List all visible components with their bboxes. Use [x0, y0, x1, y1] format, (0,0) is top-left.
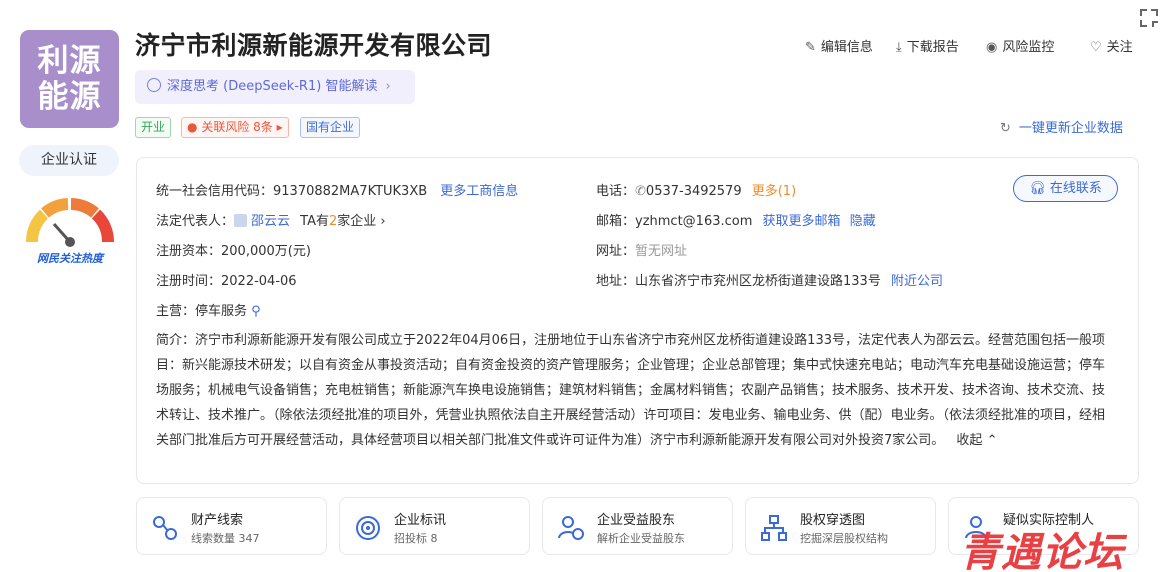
pencil-icon: ✎: [805, 40, 816, 55]
feature-card-equity[interactable]: 股权穿透图 挖掘深层股权结构: [745, 497, 936, 555]
email-label: 邮箱：: [596, 214, 636, 229]
headset-icon: 🎧︎: [1029, 181, 1046, 196]
legal-rep-ta: TA有: [300, 214, 329, 229]
ai-interpret-button[interactable]: 深度思考 (DeepSeek-R1) 智能解读 ›: [135, 70, 415, 104]
risk-badge[interactable]: ● 关联风险 8条 ▸: [181, 117, 289, 138]
ai-atom-icon: [147, 78, 161, 92]
monitor-label: 风险监控: [1002, 40, 1055, 55]
feature-sub: 招投标 8: [394, 532, 438, 545]
logo-text-line1: 利源: [37, 43, 102, 79]
chevron-right-icon: ›: [376, 214, 386, 229]
legal-rep-link[interactable]: 邵云云: [251, 214, 290, 229]
reg-time-row: 注册时间：2022-04-06: [156, 270, 297, 289]
feature-title: 股权穿透图: [800, 513, 866, 528]
intro-text: 简介：济宁市利源新能源开发有限公司成立于2022年04月06日，注册地位于山东省…: [156, 333, 1106, 448]
phone-row: 电话：✆0537-3492579 更多(1): [596, 180, 796, 199]
forum-watermark: 青遇论坛: [960, 530, 1124, 572]
person-icon: [234, 214, 248, 227]
bid-target-icon: [354, 514, 382, 542]
beneficiary-icon: [557, 514, 585, 542]
eye-icon: ◉: [986, 40, 998, 55]
feature-sub: 挖掘深层股权结构: [800, 532, 888, 545]
refresh-icon: ↻: [1000, 121, 1011, 136]
feature-title: 财产线索: [191, 513, 244, 528]
chevron-up-icon: ⌃: [986, 433, 998, 448]
credit-code-value: 91370882MA7KTUK3XB: [273, 184, 428, 199]
collapse-label: 收起: [956, 433, 983, 448]
company-intro: 简介：济宁市利源新能源开发有限公司成立于2022年04月06日，注册地位于山东省…: [156, 328, 1116, 453]
search-icon[interactable]: ⚲: [251, 304, 261, 319]
download-report-button[interactable]: ⤓ 下载报告: [896, 36, 959, 55]
triangle-right-icon: ▸: [276, 120, 283, 134]
collapse-link[interactable]: 收起 ⌃: [956, 433, 997, 448]
feature-title: 企业标讯: [394, 513, 447, 528]
website-label: 网址：: [596, 244, 636, 259]
feature-card-beneficiary[interactable]: 企业受益股东 解析企业受益股东: [542, 497, 733, 555]
download-icon: ⤓: [896, 40, 902, 55]
risk-label: 关联风险 8条: [201, 120, 273, 134]
feature-title: 企业受益股东: [597, 513, 676, 528]
company-name: 济宁市利源新能源开发有限公司: [135, 31, 493, 60]
phone-value: 0537-3492579: [645, 184, 742, 199]
nearby-company-link[interactable]: 附近公司: [891, 274, 943, 289]
logo-text-line2: 能源: [37, 79, 102, 115]
capital-label: 注册资本：: [156, 244, 222, 259]
online-contact-button[interactable]: 🎧︎ 在线联系: [1013, 175, 1118, 202]
legal-rep-label: 法定代表人：: [156, 214, 235, 229]
feature-sub: 线索数量 347: [191, 532, 260, 545]
more-business-link[interactable]: 更多工商信息: [440, 184, 518, 199]
main-business-row: 主营：停车服务 ⚲: [156, 300, 261, 319]
feature-card-property[interactable]: 财产线索 线索数量 347: [136, 497, 327, 555]
credit-code-row: 统一社会信用代码：91370882MA7KTUK3XB 更多工商信息: [156, 180, 518, 199]
company-logo: 利源 能源: [20, 30, 119, 128]
email-row: 邮箱：yzhmct@163.com 获取更多邮箱 隐藏: [596, 210, 876, 229]
edit-info-button[interactable]: ✎ 编辑信息: [805, 36, 873, 55]
feature-sub: 解析企业受益股东: [597, 532, 685, 545]
credit-code-label: 统一社会信用代码：: [156, 184, 274, 199]
follow-label: 关注: [1106, 40, 1133, 55]
main-label: 主营：: [156, 304, 196, 319]
heat-gauge-icon: [24, 198, 116, 248]
reg-time-value: 2022-04-06: [221, 274, 297, 289]
refresh-data-button[interactable]: ↻ 一键更新企业数据: [1000, 117, 1123, 136]
email-hide-link[interactable]: 隐藏: [850, 214, 876, 229]
main-value: 停车服务: [195, 304, 248, 319]
risk-monitor-button[interactable]: ◉ 风险监控: [986, 36, 1054, 55]
reg-time-label: 注册时间：: [156, 274, 222, 289]
capital-value: 200,000万(元): [221, 244, 311, 259]
shield-icon: ●: [187, 120, 198, 134]
email-more-link[interactable]: 获取更多邮箱: [763, 214, 841, 229]
edit-label: 编辑信息: [820, 40, 873, 55]
phone-icon: ✆: [635, 184, 646, 199]
website-row: 网址：暂无网址: [596, 240, 687, 259]
website-value: 暂无网址: [635, 244, 688, 259]
phone-more-link[interactable]: 更多(1): [752, 184, 796, 199]
phone-label: 电话：: [596, 184, 636, 199]
refresh-label: 一键更新企业数据: [1018, 121, 1123, 136]
equity-tree-icon: [760, 514, 788, 542]
property-clue-icon: [151, 514, 179, 542]
enterprise-cert-button[interactable]: 企业认证: [19, 145, 119, 176]
feature-card-bid[interactable]: 企业标讯 招投标 8: [339, 497, 530, 555]
chevron-right-icon: ›: [385, 79, 391, 94]
legal-rep-row: 法定代表人： 邵云云 TA有2家企业 ›: [156, 210, 386, 229]
qr-code-icon[interactable]: [1138, 7, 1160, 29]
ownership-badge: 国有企业: [300, 117, 361, 138]
legal-rep-suffix[interactable]: 家企业: [337, 214, 376, 229]
status-badge: 开业: [135, 117, 172, 138]
download-label: 下载报告: [906, 40, 959, 55]
address-value: 山东省济宁市兖州区龙桥街道建设路133号: [635, 274, 881, 289]
heat-label: 网民关注热度: [37, 252, 103, 265]
contact-label: 在线联系: [1049, 181, 1102, 196]
follow-button[interactable]: ♡ 关注: [1090, 36, 1133, 55]
address-label: 地址：: [596, 274, 636, 289]
heart-icon: ♡: [1090, 40, 1102, 55]
capital-row: 注册资本：200,000万(元): [156, 240, 311, 259]
email-value: yzhmct@163.com: [635, 214, 753, 229]
ai-interpret-label: 深度思考 (DeepSeek-R1) 智能解读: [167, 79, 378, 94]
address-row: 地址：山东省济宁市兖州区龙桥街道建设路133号 附近公司: [596, 270, 943, 289]
